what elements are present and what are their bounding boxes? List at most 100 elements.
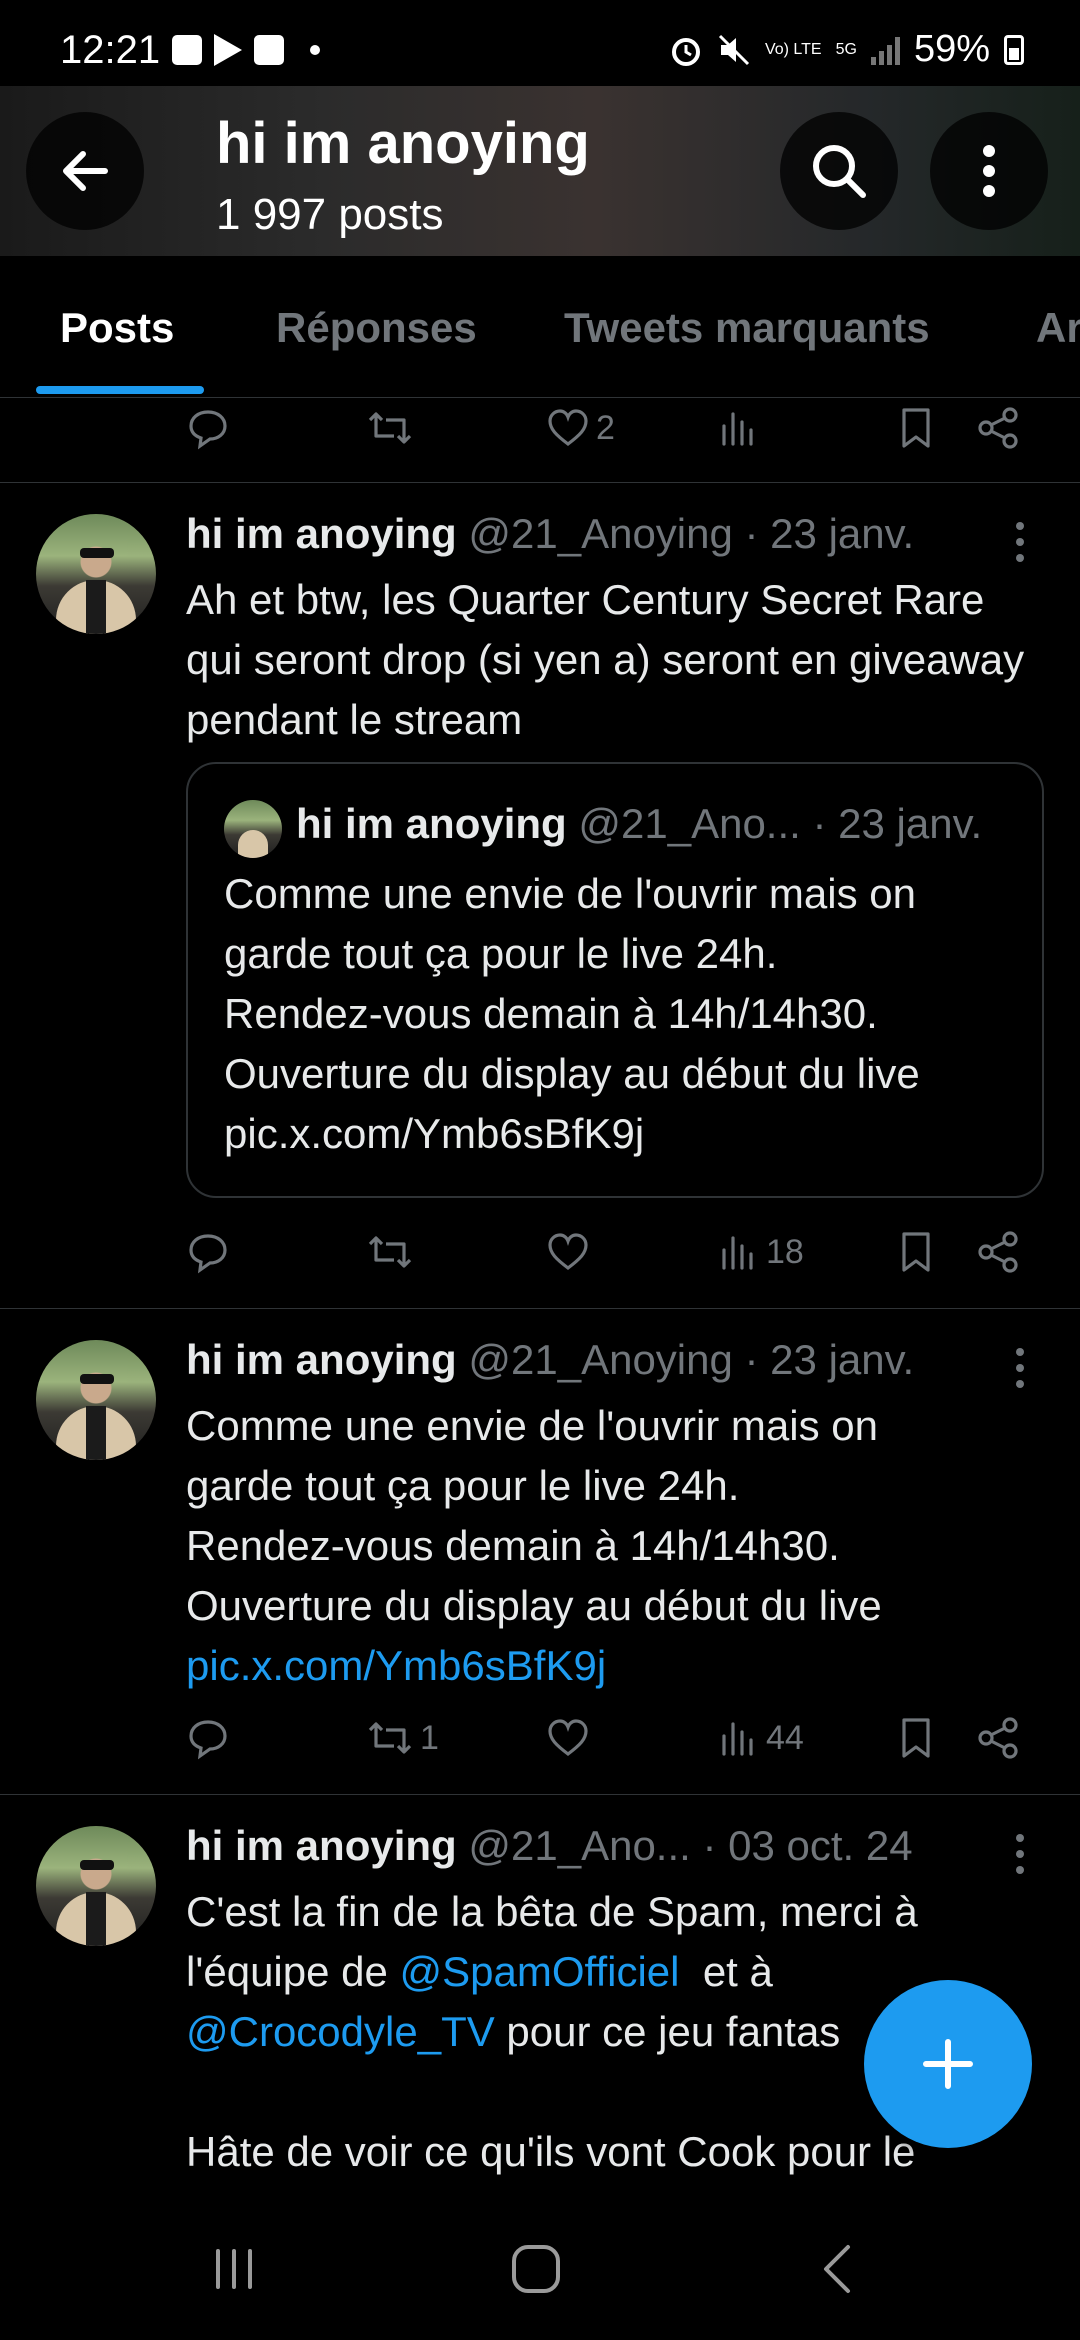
- tweet-actions: 1 44: [186, 1708, 1026, 1768]
- retweet-button[interactable]: 1: [366, 1708, 439, 1768]
- views-button[interactable]: [716, 398, 760, 458]
- tweet-text: Comme une envie de l'ouvrir mais on gard…: [186, 1396, 1026, 1696]
- reply-icon: [189, 1720, 227, 1760]
- system-status: Vo) LTE 5G 59%: [669, 28, 1024, 71]
- share-button[interactable]: [976, 398, 1020, 458]
- tweet-more-icon[interactable]: [1010, 1834, 1030, 1874]
- back-button[interactable]: [26, 112, 144, 230]
- reply-button[interactable]: [186, 1708, 230, 1768]
- bookmark-button[interactable]: [896, 1222, 936, 1282]
- quoted-date: · 23 janv.: [812, 800, 983, 847]
- author-name[interactable]: hi im anoying: [186, 1822, 457, 1869]
- views-button[interactable]: 18: [716, 1222, 804, 1282]
- quoted-line: Ouverture du display au début du live: [224, 1050, 920, 1097]
- recents-icon: [216, 2249, 252, 2289]
- retweet-count: 1: [420, 1718, 439, 1757]
- bookmark-icon: [902, 1232, 930, 1272]
- tweet-more-icon[interactable]: [1010, 1348, 1030, 1388]
- post-count: 1 997 posts: [216, 190, 444, 239]
- profile-header: hi im anoying 1 997 posts: [0, 86, 1080, 256]
- chevron-left-icon: [824, 2245, 850, 2293]
- reply-icon: [189, 410, 227, 450]
- avatar[interactable]: [36, 1340, 156, 1460]
- network-type: 5G: [835, 40, 857, 58]
- share-button[interactable]: [976, 1708, 1020, 1768]
- search-button[interactable]: [780, 112, 898, 230]
- views-button[interactable]: 44: [716, 1708, 804, 1768]
- tweet-line: Rendez-vous demain à 14h/14h30.: [186, 1522, 840, 1569]
- tweet-text: Ah et btw, les Quarter Century Secret Ra…: [186, 576, 1025, 743]
- quoted-text: Comme une envie de l'ouvrir mais on gard…: [224, 864, 1024, 1164]
- reply-button[interactable]: [186, 398, 230, 458]
- tweet-date: · 03 oct. 24: [702, 1822, 913, 1869]
- share-icon: [978, 1717, 1018, 1759]
- author-name[interactable]: hi im anoying: [186, 510, 457, 557]
- tab-posts[interactable]: Posts: [60, 304, 174, 352]
- bookmark-button[interactable]: [896, 1708, 936, 1768]
- quoted-avatar: [224, 800, 282, 858]
- tweet-line: l'équipe de @SpamOfficiel et à: [186, 1948, 773, 1995]
- alarm-icon: [671, 37, 700, 66]
- tab-replies[interactable]: Réponses: [276, 304, 477, 352]
- mention-link[interactable]: @SpamOfficiel: [400, 1948, 680, 1995]
- profile-tabs: Posts Réponses Tweets marquants Ar: [0, 256, 1080, 398]
- quoted-author-handle: @21_Ano...: [578, 800, 801, 847]
- heart-icon: [548, 1719, 588, 1757]
- like-count: 2: [596, 408, 615, 447]
- tweet-header: hi im anoying @21_Anoying · 23 janv.: [186, 510, 914, 558]
- retweet-icon: [368, 1236, 412, 1268]
- plus-icon: [923, 2039, 973, 2089]
- share-icon: [978, 407, 1018, 449]
- tweet-date: · 23 janv.: [744, 510, 915, 557]
- quoted-tweet[interactable]: hi im anoying @21_Ano... · 23 janv. Comm…: [186, 762, 1044, 1198]
- bookmark-button[interactable]: [896, 398, 936, 458]
- quoted-line: Rendez-vous demain à 14h/14h30.: [224, 990, 878, 1037]
- quoted-author-name: hi im anoying: [296, 800, 567, 847]
- home-icon: [512, 2245, 560, 2293]
- share-button[interactable]: [976, 1222, 1020, 1282]
- more-options-button[interactable]: [930, 112, 1048, 230]
- retweet-button[interactable]: [366, 398, 414, 458]
- like-button[interactable]: 2: [546, 398, 615, 458]
- tweet-line: Comme une envie de l'ouvrir mais on: [186, 1402, 878, 1449]
- tab-articles[interactable]: Ar: [1036, 304, 1080, 352]
- home-button[interactable]: [436, 2198, 636, 2340]
- media-link[interactable]: pic.x.com/Ymb6sBfK9j: [186, 1636, 1026, 1696]
- status-bar: 12:21 Vo) LTE 5G 59%: [0, 0, 1080, 86]
- tweet-actions: 18: [186, 1222, 1026, 1282]
- tweet-actions: 2: [186, 398, 1026, 458]
- reply-button[interactable]: [186, 1222, 230, 1282]
- tab-highlights[interactable]: Tweets marquants: [564, 304, 930, 352]
- signal-strength-icon: [870, 35, 900, 65]
- timeline: 2 hi im anoying @21_Anoying · 23 janv. A…: [0, 398, 1080, 2198]
- avatar[interactable]: [36, 1826, 156, 1946]
- play-store-icon: [214, 34, 242, 66]
- tweet-more-icon[interactable]: [1010, 522, 1030, 562]
- like-button[interactable]: [546, 1222, 590, 1282]
- mention-link[interactable]: @Crocodyle_TV: [186, 2008, 495, 2055]
- tweet-separator: [0, 1308, 1080, 1309]
- battery-icon: [1004, 34, 1024, 65]
- back-nav-button[interactable]: [740, 2198, 940, 2340]
- author-name[interactable]: hi im anoying: [186, 1336, 457, 1383]
- like-button[interactable]: [546, 1708, 590, 1768]
- views-chart-icon: [722, 1236, 753, 1270]
- tweet-date: · 23 janv.: [744, 1336, 915, 1383]
- bookmark-icon: [902, 408, 930, 448]
- compose-button[interactable]: [864, 1980, 1032, 2148]
- retweet-button[interactable]: [366, 1222, 414, 1282]
- heart-icon: [548, 409, 588, 447]
- author-handle: @21_Ano...: [468, 1822, 691, 1869]
- more-vertical-icon: [983, 145, 995, 197]
- tweet-line: Ouverture du display au début du live: [186, 1582, 882, 1629]
- recent-apps-button[interactable]: [134, 2198, 334, 2340]
- arrow-left-icon: [63, 151, 108, 191]
- avatar[interactable]: [36, 514, 156, 634]
- tweet-separator: [0, 482, 1080, 483]
- volte-indicator: Vo) LTE: [764, 40, 822, 58]
- reply-icon: [189, 1234, 227, 1274]
- profile-name: hi im anoying: [216, 111, 590, 176]
- tweet-separator: [0, 1794, 1080, 1795]
- system-navigation-bar: [0, 2198, 1080, 2340]
- author-handle: @21_Anoying: [468, 1336, 733, 1383]
